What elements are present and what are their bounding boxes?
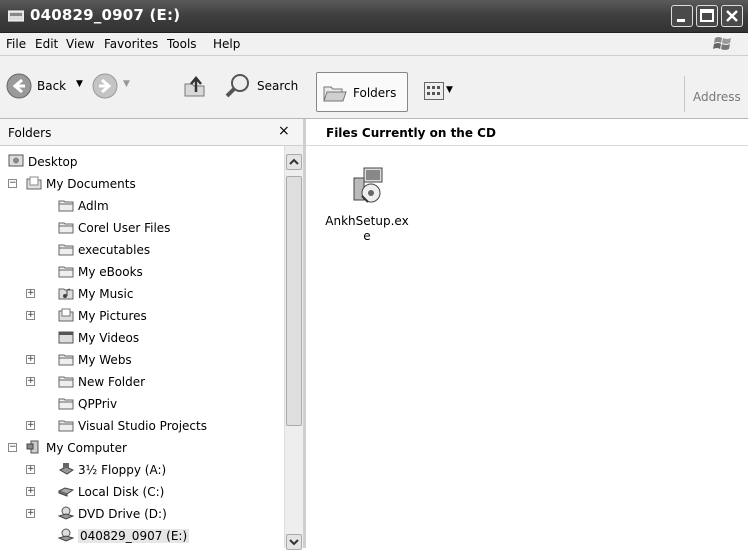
menu-tools[interactable]: Tools (167, 37, 197, 51)
folder-tree: Desktop − My Documents Adlm Corel User F… (0, 146, 284, 548)
expand-expander[interactable]: + (26, 377, 35, 386)
expand-expander[interactable]: + (26, 311, 35, 320)
tree-scrollbar[interactable] (284, 146, 303, 550)
window-title: 040829_0907 (E:) (30, 6, 181, 24)
maximize-icon (700, 9, 714, 22)
toolbar: Back ▼ ▼ Search Folders ▼ Address (0, 56, 748, 119)
chevron-down-icon[interactable]: ▼ (123, 79, 130, 89)
menu-file[interactable]: File (6, 37, 26, 51)
chevron-down-icon (289, 539, 299, 546)
search-label: Search (257, 79, 299, 93)
chevron-up-icon (289, 158, 299, 165)
folder-icon (58, 200, 74, 212)
title-bar: 040829_0907 (E:) (0, 0, 748, 33)
video-folder-icon (58, 331, 74, 344)
scroll-up-button[interactable] (286, 154, 302, 170)
folder-icon (323, 86, 347, 102)
close-button[interactable] (721, 5, 743, 27)
content-header: Files Currently on the CD (306, 119, 748, 146)
expand-expander[interactable]: + (26, 355, 35, 364)
forward-button[interactable]: ▼ (92, 72, 132, 100)
minimize-button[interactable] (671, 5, 693, 27)
back-button[interactable]: Back ▼ (6, 72, 86, 100)
desktop-icon (8, 154, 24, 167)
folder-icon (58, 354, 74, 366)
expand-expander[interactable]: + (26, 421, 35, 430)
up-folder-icon[interactable] (182, 74, 210, 100)
folder-icon (58, 376, 74, 388)
folder-icon (58, 266, 74, 278)
cd-drive-icon (8, 10, 24, 22)
computer-icon (26, 440, 39, 454)
collapse-expander[interactable]: − (8, 179, 17, 188)
search-icon (225, 74, 249, 98)
chevron-down-icon: ▼ (446, 85, 453, 95)
file-name: AnkhSetup.exe (325, 214, 409, 243)
folder-icon (58, 420, 74, 432)
menu-help[interactable]: Help (213, 37, 240, 51)
collapse-expander[interactable]: − (8, 443, 17, 452)
content-heading: Files Currently on the CD (326, 126, 496, 140)
back-arrow-icon (6, 73, 32, 99)
expand-expander[interactable]: + (26, 465, 35, 474)
folder-icon (58, 244, 74, 256)
file-item[interactable]: AnkhSetup.exe (322, 166, 409, 246)
floppy-drive-icon (58, 463, 74, 475)
close-icon (726, 10, 738, 22)
pane-splitter[interactable] (303, 119, 306, 548)
cd-drive-icon (58, 528, 74, 542)
views-icon (424, 82, 444, 100)
folders-pane-header: Folders × (0, 119, 305, 146)
forward-arrow-icon (92, 73, 118, 99)
close-pane-button[interactable]: × (278, 123, 290, 139)
expand-expander[interactable]: + (26, 509, 35, 518)
minimize-icon (677, 19, 685, 22)
address-label: Address (693, 90, 741, 104)
folders-label: Folders (353, 86, 397, 100)
menu-bar: File Edit View Favorites Tools Help (0, 33, 748, 56)
folders-pane-title: Folders (8, 126, 52, 140)
folders-button[interactable]: Folders (316, 72, 408, 112)
setup-installer-icon (353, 167, 383, 203)
hard-disk-icon (58, 487, 74, 497)
views-button[interactable]: ▼ (424, 82, 453, 100)
search-button[interactable]: Search (224, 72, 310, 100)
back-label: Back (37, 79, 67, 93)
expand-expander[interactable]: + (26, 487, 35, 496)
music-folder-icon (58, 288, 74, 300)
menu-view[interactable]: View (66, 37, 94, 51)
menu-favorites[interactable]: Favorites (104, 37, 158, 51)
toolbar-separator (684, 76, 685, 112)
documents-folder-icon (26, 176, 42, 190)
scroll-thumb[interactable] (286, 176, 302, 426)
chevron-down-icon[interactable]: ▼ (76, 79, 83, 89)
menu-edit[interactable]: Edit (35, 37, 58, 51)
maximize-button[interactable] (696, 5, 718, 27)
folder-icon (58, 398, 74, 410)
pictures-folder-icon (58, 308, 74, 322)
folder-icon (58, 222, 74, 234)
dvd-drive-icon (58, 506, 74, 520)
windows-logo-icon (713, 37, 731, 50)
expand-expander[interactable]: + (26, 289, 35, 298)
